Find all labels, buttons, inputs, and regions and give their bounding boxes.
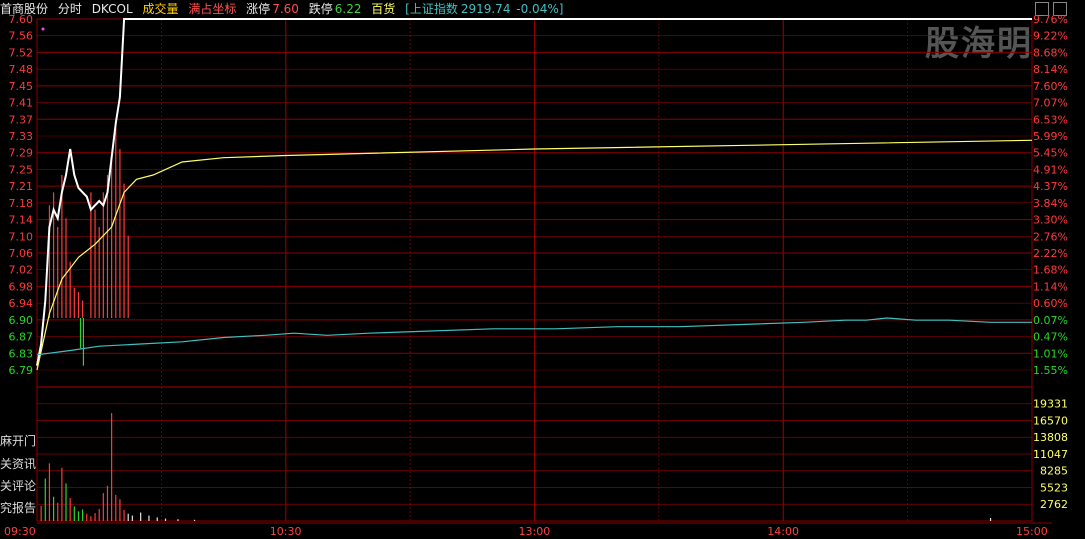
price-tick-label: 7.14 — [9, 214, 34, 227]
price-tick-label: 6.87 — [9, 331, 34, 344]
percent-tick-label: 2.76% — [1033, 230, 1068, 243]
volume-tick-label: 8285 — [1040, 465, 1068, 478]
price-tick-label: 7.48 — [9, 63, 34, 76]
volume-tick-label: 13808 — [1033, 431, 1068, 444]
price-tick-label: 7.21 — [9, 180, 34, 193]
volume-tick-label: 11047 — [1033, 448, 1068, 461]
price-tick-label: 7.60 — [9, 13, 34, 26]
price-tick-label: 7.41 — [9, 97, 34, 110]
percent-tick-label: 3.30% — [1033, 214, 1068, 227]
price-tick-label: 7.06 — [9, 247, 34, 260]
percent-tick-label: 1.55% — [1033, 364, 1068, 377]
percent-tick-label: 4.37% — [1033, 180, 1068, 193]
percent-tick-label: 5.99% — [1033, 130, 1068, 143]
percent-tick-label: 5.45% — [1033, 147, 1068, 160]
percent-tick-label: 7.60% — [1033, 80, 1068, 93]
price-tick-label: 7.25 — [9, 163, 34, 176]
volume-tick-label: 19331 — [1033, 398, 1068, 411]
percent-tick-label: 1.01% — [1033, 347, 1068, 360]
time-tick-label: 15:00 — [1016, 525, 1048, 538]
price-tick-label: 6.94 — [9, 297, 34, 310]
percent-tick-label: 0.07% — [1033, 314, 1068, 327]
percent-tick-label: 0.60% — [1033, 297, 1068, 310]
volume-tick-label: 2762 — [1040, 498, 1068, 511]
price-tick-label: 6.79 — [9, 364, 34, 377]
percent-tick-label: 7.07% — [1033, 97, 1068, 110]
percent-tick-label: 8.68% — [1033, 46, 1068, 59]
price-tick-label: 6.98 — [9, 280, 34, 293]
price-tick-label: 7.52 — [9, 46, 34, 59]
percent-tick-label: 3.84% — [1033, 197, 1068, 210]
percent-tick-label: 2.22% — [1033, 247, 1068, 260]
price-tick-label: 7.37 — [9, 113, 34, 126]
time-tick-label: 14:00 — [767, 525, 799, 538]
percent-tick-label: 1.14% — [1033, 280, 1068, 293]
price-tick-label: 6.90 — [9, 314, 34, 327]
price-tick-label: 7.18 — [9, 197, 34, 210]
percent-tick-label: 0.47% — [1033, 331, 1068, 344]
intraday-chart: 7.60 9.76% 7.56 9.22% 7.52 8.68% 7.48 8.14% 7.45… — [4, 13, 1068, 538]
percent-tick-label: 1.68% — [1033, 264, 1068, 277]
percent-tick-label: 8.14% — [1033, 63, 1068, 76]
percent-tick-label: 9.76% — [1033, 13, 1068, 26]
price-tick-label: 6.83 — [9, 347, 34, 360]
percent-tick-label: 6.53% — [1033, 113, 1068, 126]
price-tick-label: 7.45 — [9, 80, 34, 93]
marker-dot — [41, 27, 45, 31]
price-tick-label: 7.56 — [9, 30, 34, 43]
percent-tick-label: 9.22% — [1033, 30, 1068, 43]
price-tick-label: 7.02 — [9, 264, 34, 277]
time-tick-label: 10:30 — [270, 525, 302, 538]
percent-tick-label: 4.91% — [1033, 163, 1068, 176]
price-tick-label: 7.29 — [9, 147, 34, 160]
volume-tick-label: 5523 — [1040, 482, 1068, 495]
volume-tick-label: 16570 — [1033, 414, 1068, 427]
price-tick-label: 7.33 — [9, 130, 34, 143]
price-tick-label: 7.10 — [9, 230, 34, 243]
time-tick-label: 13:00 — [519, 525, 551, 538]
time-tick-label: 09:30 — [4, 525, 36, 538]
